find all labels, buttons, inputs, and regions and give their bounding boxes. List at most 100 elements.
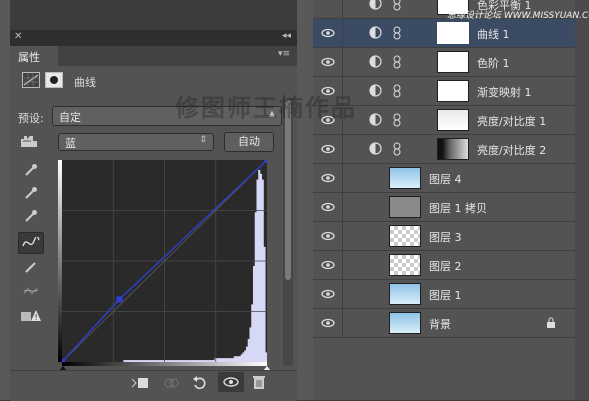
layer-name[interactable]: 亮度/对比度 2 — [477, 142, 546, 158]
adjustment-layer-icon — [369, 142, 382, 155]
layer-thumbnail[interactable] — [389, 225, 421, 247]
curves-graph[interactable] — [62, 160, 267, 362]
layer-thumbnail[interactable] — [389, 312, 421, 334]
layer-name[interactable]: 背景 — [429, 316, 451, 332]
layer-name[interactable]: 亮度/对比度 1 — [477, 113, 546, 129]
eye-icon[interactable] — [318, 26, 338, 40]
tab-properties[interactable]: 属性 — [10, 46, 58, 66]
layer-visibility-toggle[interactable] — [313, 309, 343, 338]
draw-pencil-icon[interactable] — [22, 258, 40, 276]
layer-row[interactable]: 图层 4 — [313, 164, 575, 193]
mask-icon[interactable] — [45, 72, 63, 88]
layer-thumbnail[interactable] — [437, 22, 469, 44]
layer-name[interactable]: 曲线 1 — [477, 26, 510, 42]
input-gradient-bar — [62, 362, 267, 366]
collapse-icon[interactable]: ◂◂ — [282, 31, 291, 41]
eye-icon[interactable] — [318, 287, 338, 301]
chain-link-icon[interactable] — [393, 0, 401, 11]
panel-collapse-bar[interactable]: ✕ ◂◂ — [10, 30, 297, 46]
reset-icon[interactable] — [192, 375, 208, 391]
channel-dropdown[interactable]: 蓝 ⇕ — [58, 133, 214, 151]
layer-thumbnail[interactable] — [389, 283, 421, 305]
chain-link-icon[interactable] — [393, 26, 401, 40]
layer-visibility-toggle[interactable] — [313, 0, 343, 19]
auto-button[interactable]: 自动 — [224, 132, 274, 152]
layer-visibility-toggle[interactable] — [313, 222, 343, 251]
layer-row[interactable]: 曲线 1 — [313, 19, 575, 48]
clipping-warning-icon[interactable]: ! — [20, 306, 42, 324]
layer-visibility-toggle[interactable] — [313, 19, 343, 48]
clip-to-layer-icon[interactable] — [130, 376, 150, 390]
layer-thumbnail[interactable] — [389, 167, 421, 189]
channel-value: 蓝 — [65, 137, 76, 150]
layer-thumbnail[interactable] — [389, 196, 421, 218]
eye-icon[interactable] — [318, 55, 338, 69]
histogram-bar — [258, 170, 261, 362]
layer-row[interactable]: 背景 — [313, 309, 575, 338]
adjustment-layer-icon — [369, 0, 382, 10]
layer-name[interactable]: 图层 2 — [429, 258, 462, 274]
layer-row[interactable]: 图层 1 拷贝 — [313, 193, 575, 222]
curves-adjustment-icon — [22, 72, 40, 88]
eye-icon[interactable] — [318, 258, 338, 272]
set-gray-point-eyedropper-icon[interactable] — [22, 184, 40, 202]
layer-visibility-toggle[interactable] — [313, 193, 343, 222]
toggle-visibility-eye-icon[interactable] — [218, 372, 244, 392]
layer-visibility-toggle[interactable] — [313, 164, 343, 193]
layer-name[interactable]: 渐变映射 1 — [477, 84, 532, 100]
set-white-point-eyedropper-icon[interactable] — [22, 207, 40, 225]
histogram-bar — [242, 352, 245, 362]
histogram-bar — [252, 266, 256, 362]
curve-control-point[interactable] — [116, 296, 123, 303]
properties-scrollbar-thumb[interactable] — [285, 100, 291, 280]
layer-name[interactable]: 图层 1 拷贝 — [429, 200, 487, 216]
layer-row[interactable]: 亮度/对比度 2 — [313, 135, 575, 164]
on-image-adjust-hand-icon[interactable] — [18, 133, 40, 151]
eye-icon[interactable] — [318, 200, 338, 214]
layer-name[interactable]: 色阶 1 — [477, 55, 510, 71]
eye-icon[interactable] — [318, 316, 338, 330]
watermark-text: 修图师王楠作品 — [175, 93, 357, 122]
layer-name[interactable]: 图层 4 — [429, 171, 462, 187]
lock-icon — [546, 317, 556, 332]
layer-visibility-toggle[interactable] — [313, 251, 343, 280]
eye-icon[interactable] — [318, 171, 338, 185]
layer-thumbnail[interactable] — [437, 51, 469, 73]
layer-name[interactable]: 图层 3 — [429, 229, 462, 245]
chain-link-icon[interactable] — [393, 113, 401, 127]
chain-link-icon[interactable] — [393, 84, 401, 98]
smooth-curve-icon[interactable] — [22, 282, 40, 300]
eye-icon[interactable] — [318, 142, 338, 156]
layer-thumbnail[interactable] — [437, 80, 469, 102]
layer-thumbnail[interactable] — [437, 138, 469, 160]
chain-link-icon[interactable] — [393, 55, 401, 69]
panel-menu-icon[interactable]: ▾≡ — [278, 49, 290, 59]
curve-control-point[interactable] — [264, 160, 267, 163]
histogram-bar — [251, 304, 254, 362]
close-icon[interactable]: ✕ — [14, 31, 22, 42]
layer-visibility-toggle[interactable] — [313, 48, 343, 77]
layer-thumbnail[interactable] — [389, 254, 421, 276]
adjustment-layer-icon — [369, 84, 382, 97]
layer-name[interactable]: 图层 1 — [429, 287, 462, 303]
edit-points-curve-tool-icon[interactable] — [18, 232, 44, 254]
eye-icon[interactable] — [318, 229, 338, 243]
layer-row[interactable]: 图层 3 — [313, 222, 575, 251]
histogram-bar — [259, 173, 263, 362]
layer-row[interactable]: 图层 2 — [313, 251, 575, 280]
layer-row[interactable]: 图层 1 — [313, 280, 575, 309]
canvas-gap — [297, 0, 313, 400]
layers-scrollbar[interactable] — [575, 0, 589, 400]
svg-text:!: ! — [35, 313, 38, 322]
layer-thumbnail[interactable] — [437, 109, 469, 131]
view-previous-state-icon[interactable] — [163, 376, 181, 390]
chain-link-icon[interactable] — [393, 142, 401, 156]
histogram-bar — [263, 246, 266, 362]
set-black-point-eyedropper-icon[interactable] — [22, 161, 40, 179]
layer-visibility-toggle[interactable] — [313, 135, 343, 164]
adjustment-layer-icon — [369, 26, 382, 39]
layer-row[interactable]: 色阶 1 — [313, 48, 575, 77]
site-watermark: 思缘设计论坛 WWW.MISSYUAN.COM — [447, 11, 589, 21]
trash-icon[interactable] — [252, 374, 266, 390]
layer-visibility-toggle[interactable] — [313, 280, 343, 309]
